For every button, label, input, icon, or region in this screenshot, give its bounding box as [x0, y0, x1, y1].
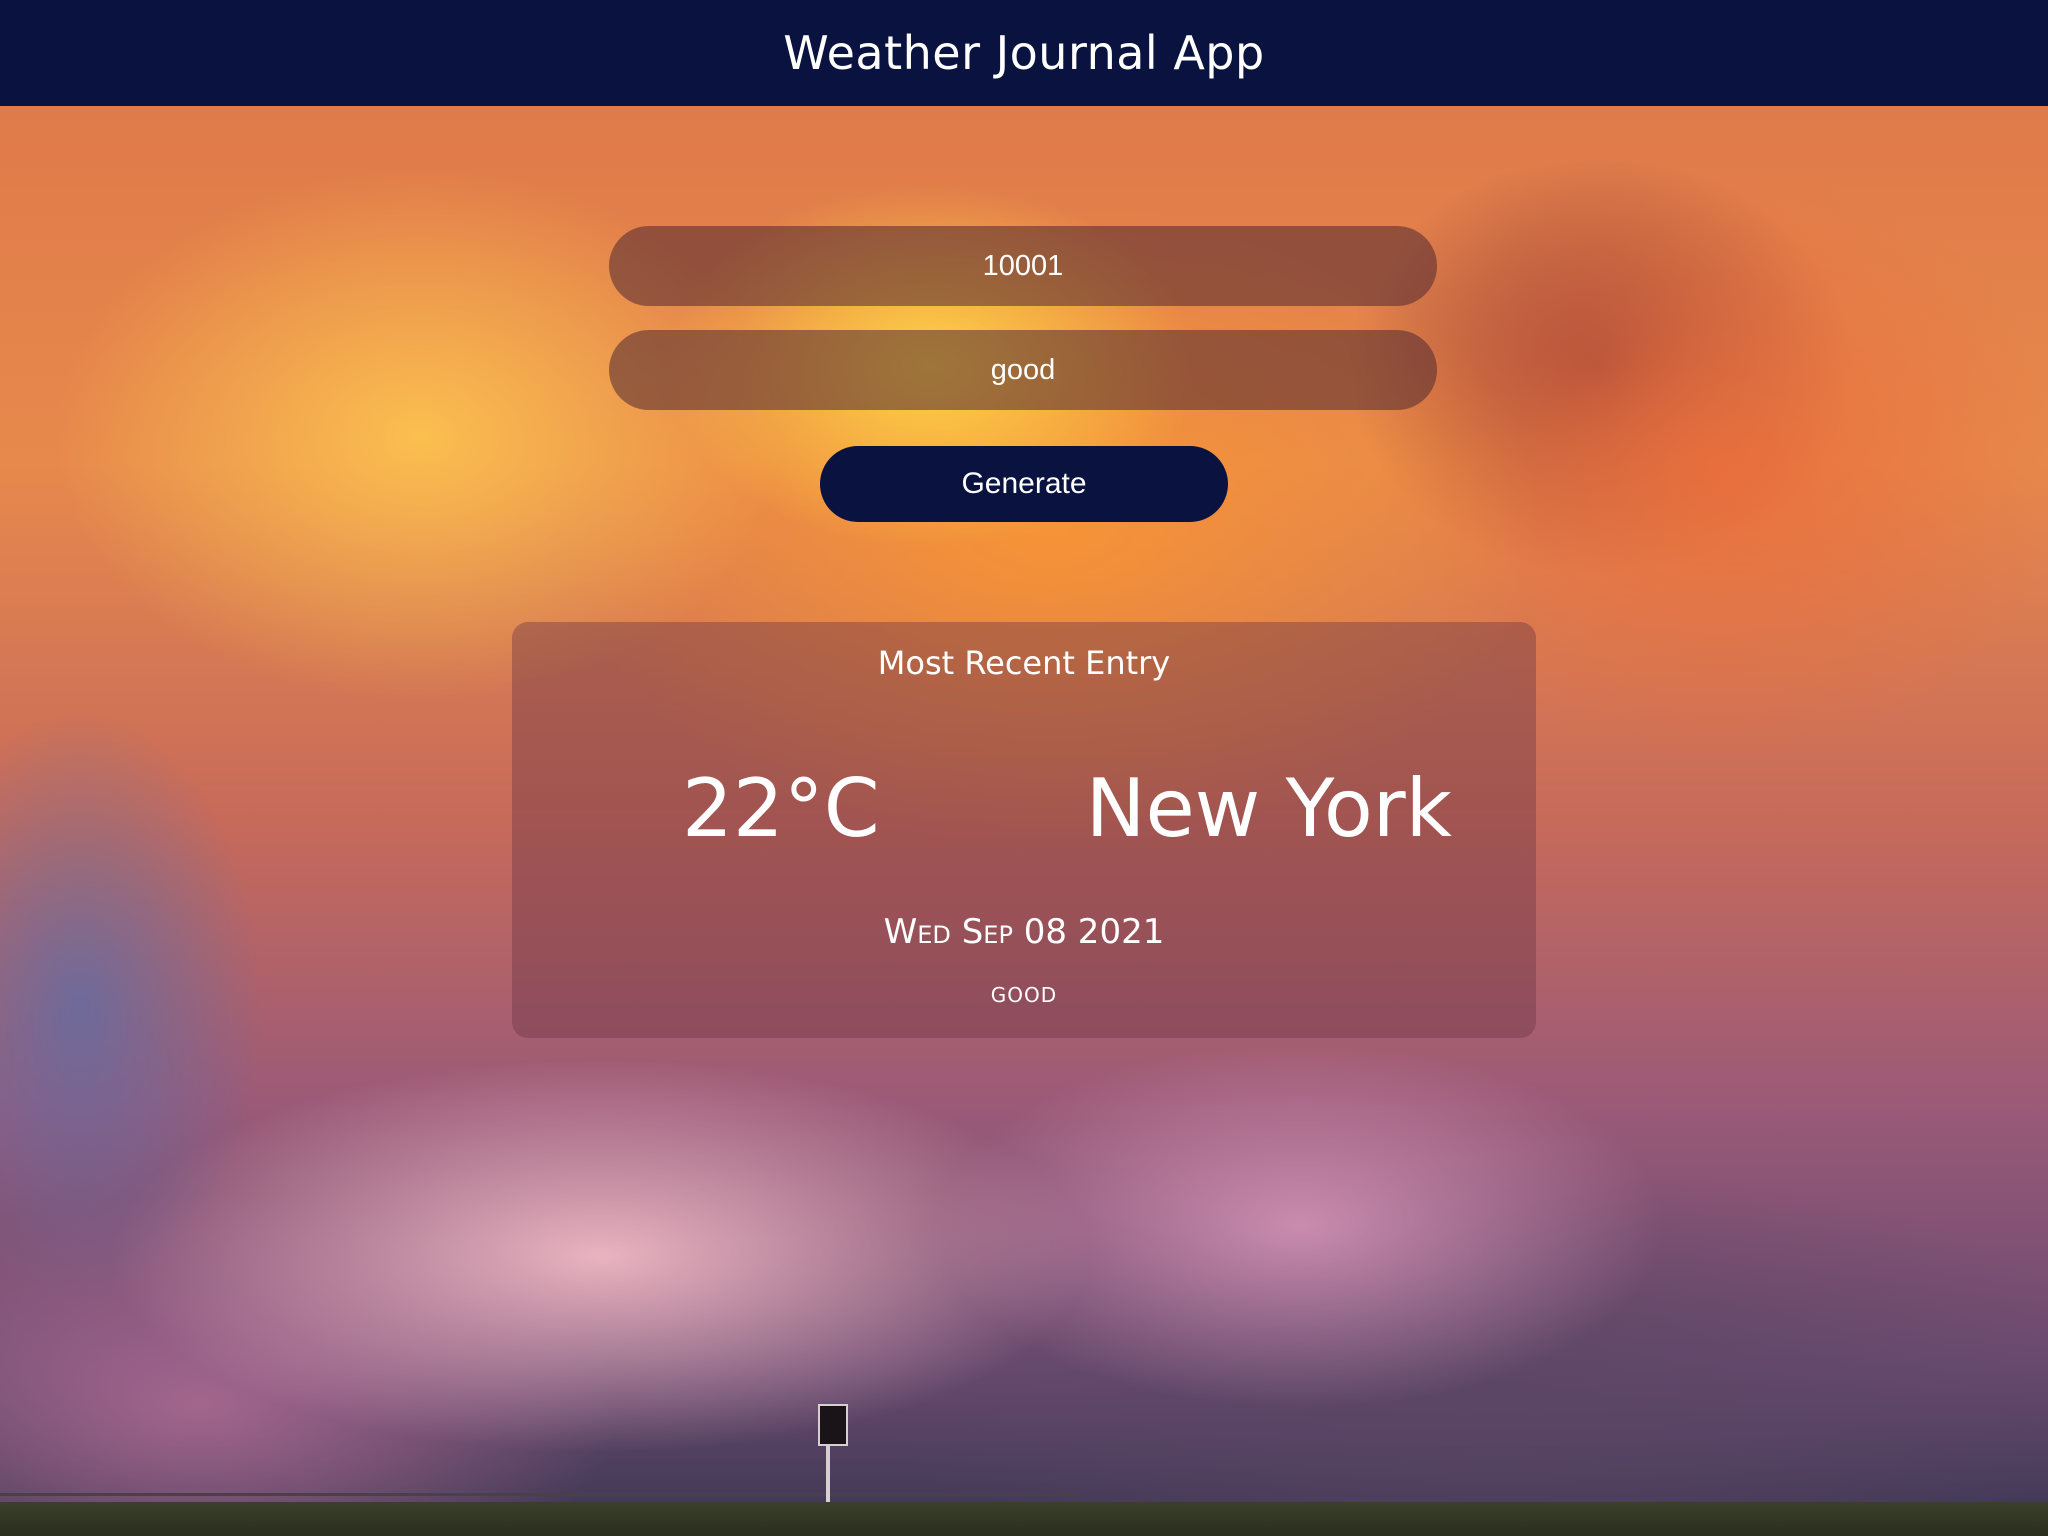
app-title: Weather Journal App [783, 26, 1265, 80]
app-page: Weather Journal App Generate Most Recent… [0, 0, 2048, 1536]
entry-title: Most Recent Entry [877, 644, 1171, 682]
app-header: Weather Journal App [0, 0, 2048, 106]
entry-date: Wed Sep 08 2021 [883, 912, 1165, 952]
background-sign-board [818, 1404, 848, 1446]
most-recent-entry-card: Most Recent Entry 22°C New York Wed Sep … [512, 622, 1536, 1038]
feelings-input[interactable] [609, 330, 1437, 410]
generate-button[interactable]: Generate [820, 446, 1228, 522]
entry-feeling: good [990, 976, 1058, 1009]
background-ground [0, 1502, 2048, 1536]
entry-city: New York [1085, 762, 1452, 855]
zip-input[interactable] [609, 226, 1437, 306]
entry-temperature: 22°C [682, 762, 880, 855]
